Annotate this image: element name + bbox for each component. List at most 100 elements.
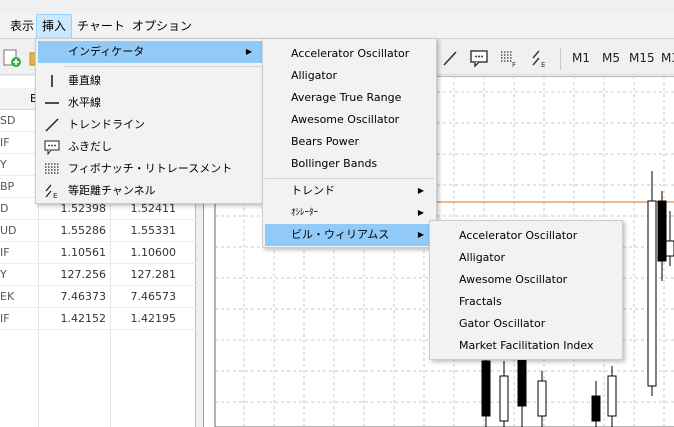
indicator-item[interactable]: Alligator: [265, 65, 434, 87]
candle-body: [607, 375, 617, 417]
symbol-label: EK: [0, 290, 15, 303]
menu-item-label: Fractals: [459, 295, 502, 308]
menu-item-trendline[interactable]: トレンドライン: [38, 114, 262, 136]
new-chart-icon[interactable]: [2, 48, 22, 68]
symbol-label: IF: [0, 246, 10, 259]
menu-item-indicators[interactable]: インディケータ ▶: [38, 41, 262, 63]
fibonacci-tool-icon[interactable]: F: [499, 48, 519, 68]
menu-view[interactable]: 表示: [5, 14, 39, 39]
bid-price: 1.42152: [60, 312, 107, 325]
symbol-label: Y: [0, 268, 7, 281]
indicator-item[interactable]: Awesome Oscillator: [432, 269, 620, 291]
menu-item-label: Market Facilitation Index: [459, 339, 594, 352]
menu-options[interactable]: オプション: [127, 14, 197, 39]
submenu-arrow-icon: ▶: [245, 47, 252, 56]
menu-item-label: フィボナッチ・リトレースメント: [68, 162, 233, 175]
menu-insert[interactable]: 挿入: [36, 14, 73, 39]
candle-body: [591, 395, 601, 422]
submenu-bill-williams[interactable]: ビル・ウィリアムス ▶: [265, 224, 434, 246]
menu-item-label: ふきだし: [68, 140, 112, 153]
menu-item-label: 垂直線: [68, 74, 101, 87]
menu-item-label: 等距離チャンネル: [68, 184, 156, 197]
callout-icon: [44, 140, 60, 155]
menu-separator: [265, 178, 434, 179]
ask-price: 1.42195: [130, 312, 177, 325]
menu-item-label: Gator Oscillator: [459, 317, 546, 330]
menu-item-fibonacci[interactable]: フィボナッチ・リトレースメント: [38, 158, 262, 180]
submenu-arrow-icon: ▶: [417, 186, 424, 195]
menu-item-vertical-line[interactable]: 垂直線: [38, 70, 262, 92]
menu-item-equidistant-channel[interactable]: E 等距離チャンネル: [38, 180, 262, 202]
ask-price: 7.46573: [130, 290, 177, 303]
menu-separator: [64, 66, 262, 67]
ask-price: 127.281: [130, 268, 177, 281]
candle-body: [647, 200, 657, 387]
symbol-label: SD: [0, 114, 16, 127]
candle-body: [665, 240, 674, 257]
menu-item-label: Bollinger Bands: [291, 157, 378, 170]
menu-charts[interactable]: チャート: [72, 14, 130, 39]
submenu-oscillators[interactable]: ｵｼﾚｰﾀｰ ▶: [265, 202, 434, 224]
menu-item-label: Accelerator Oscillator: [291, 47, 410, 60]
insert-menu: インディケータ ▶ 垂直線 水平線 トレンドライン ふきだし フィボナッチ・リト…: [35, 38, 265, 204]
symbol-label: BP: [0, 180, 15, 193]
market-watch-row[interactable]: IF 1.10561 1.10600: [0, 242, 196, 264]
symbol-label: Y: [0, 158, 7, 171]
menu-item-label: ビル・ウィリアムス: [291, 228, 390, 241]
menu-item-label: Awesome Oscillator: [291, 113, 400, 126]
ask-price: 1.10600: [130, 246, 177, 259]
indicator-item[interactable]: Market Facilitation Index: [432, 335, 620, 357]
symbol-label: D: [0, 202, 9, 215]
timeframe-m1-button[interactable]: M1: [572, 51, 590, 65]
bid-price: 1.10561: [60, 246, 107, 259]
market-watch-row[interactable]: IF 1.42152 1.42195: [0, 308, 196, 330]
menu-item-callout[interactable]: ふきだし: [38, 136, 262, 158]
bid-price: 1.55286: [60, 224, 107, 237]
vertical-line-icon: [51, 75, 53, 87]
market-watch-row[interactable]: EK 7.46373 7.46573: [0, 286, 196, 308]
symbol-label: IF: [0, 312, 10, 325]
indicator-item[interactable]: Bollinger Bands: [265, 153, 434, 175]
bid-price: 7.46373: [60, 290, 107, 303]
bill-williams-submenu: Accelerator Oscillator Alligator Awesome…: [429, 220, 623, 360]
menu-item-label: Accelerator Oscillator: [459, 229, 578, 242]
menu-item-label: Average True Range: [291, 91, 402, 104]
indicator-item[interactable]: Bears Power: [265, 131, 434, 153]
indicators-submenu: Accelerator Oscillator Alligator Average…: [262, 38, 437, 248]
submenu-arrow-icon: ▶: [417, 208, 424, 217]
indicator-item[interactable]: Awesome Oscillator: [265, 109, 434, 131]
candle-body: [537, 380, 547, 417]
indicator-item[interactable]: Fractals: [432, 291, 620, 313]
menu-item-label: Bears Power: [291, 135, 360, 148]
svg-text:E: E: [541, 61, 545, 68]
timeframe-m30-button[interactable]: M3: [661, 51, 674, 65]
menu-item-horizontal-line[interactable]: 水平線: [38, 92, 262, 114]
bid-price: 127.256: [60, 268, 107, 281]
candle-body: [657, 200, 667, 262]
submenu-trend[interactable]: トレンド ▶: [265, 180, 434, 202]
callout-tool-icon[interactable]: [469, 48, 489, 68]
menu-item-label: 水平線: [68, 96, 101, 109]
symbol-label: IF: [0, 136, 10, 149]
equidistant-channel-tool-icon[interactable]: E: [530, 48, 550, 68]
trendline-tool-icon[interactable]: [440, 48, 460, 68]
fibonacci-icon: [45, 163, 59, 174]
indicator-item[interactable]: Average True Range: [265, 87, 434, 109]
indicator-item[interactable]: Alligator: [432, 247, 620, 269]
market-watch-row[interactable]: UD 1.55286 1.55331: [0, 220, 196, 242]
svg-text:F: F: [512, 61, 516, 68]
candle-body: [517, 355, 527, 407]
trendline-icon: [45, 118, 59, 132]
indicator-item[interactable]: Accelerator Oscillator: [265, 43, 434, 65]
timeframe-m15-button[interactable]: M15: [629, 51, 655, 65]
symbol-label: UD: [0, 224, 17, 237]
timeframe-m5-button[interactable]: M5: [602, 51, 620, 65]
toolbar-separator: [560, 48, 561, 70]
indicator-item[interactable]: Accelerator Oscillator: [432, 225, 620, 247]
indicator-item[interactable]: Gator Oscillator: [432, 313, 620, 335]
menubar: 表示 挿入 チャート オプション: [0, 14, 674, 39]
menu-item-label: Alligator: [459, 251, 505, 264]
submenu-arrow-icon: ▶: [417, 230, 424, 239]
ask-price: 1.55331: [130, 224, 177, 237]
market-watch-row[interactable]: Y 127.256 127.281: [0, 264, 196, 286]
